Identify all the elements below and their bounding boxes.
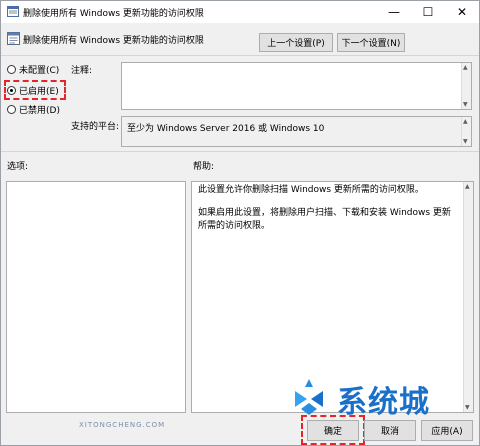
scroll-up-icon[interactable]: ▲ (463, 118, 468, 125)
comment-textarea[interactable]: ▲ ▼ (121, 62, 472, 110)
window-title: 删除使用所有 Windows 更新功能的访问权限 (23, 9, 204, 19)
separator (1, 55, 479, 56)
platform-value: 至少为 Windows Server 2016 或 Windows 10 (127, 124, 325, 134)
policy-title: 删除使用所有 Windows 更新功能的访问权限 (23, 36, 204, 46)
title-bar: 删除使用所有 Windows 更新功能的访问权限 — ☐ ✕ (1, 1, 479, 23)
apply-button[interactable]: 应用(A) (421, 420, 473, 441)
help-paragraph: 此设置允许你删除扫描 Windows 更新所需的访问权限。 (198, 185, 424, 195)
scroll-up-icon[interactable]: ▲ (463, 64, 468, 71)
scroll-down-icon[interactable]: ▼ (463, 138, 468, 145)
watermark: 系统城 (287, 377, 477, 420)
comment-label: 注释: (71, 66, 93, 76)
radio-label: 已禁用(D) (19, 105, 60, 116)
highlight-box-ok (301, 415, 365, 445)
watermark-logo-icon (295, 379, 323, 415)
watermark-subtext: XITONGCHENG.COM (79, 421, 166, 429)
help-text: 此设置允许你删除扫描 Windows 更新所需的访问权限。 如果启用此设置，将删… (198, 184, 458, 243)
platform-scrollbar[interactable]: ▲ ▼ (461, 117, 471, 146)
help-paragraph: 如果启用此设置，将删除用户扫描、下载和安装 Windows 更新所需的访问权限。 (198, 208, 451, 231)
radio-label: 未配置(C) (19, 65, 60, 76)
highlight-box-enabled (4, 80, 66, 100)
help-label: 帮助: (193, 162, 215, 172)
options-pane (6, 181, 186, 413)
policy-window-icon (7, 6, 19, 17)
radio-circle[interactable] (7, 64, 16, 74)
close-button[interactable]: ✕ (445, 1, 479, 23)
radio-not-configured[interactable]: 未配置(C) (7, 62, 59, 76)
radio-circle[interactable] (7, 104, 16, 114)
radio-disabled[interactable]: 已禁用(D) (7, 102, 60, 116)
minimize-button[interactable]: — (377, 1, 411, 23)
previous-setting-button[interactable]: 上一个设置(P) (259, 33, 333, 52)
policy-dialog: 删除使用所有 Windows 更新功能的访问权限 — ☐ ✕ 删除使用所有 Wi… (0, 0, 480, 446)
header-row: 删除使用所有 Windows 更新功能的访问权限 (1, 25, 479, 53)
cancel-button[interactable]: 取消 (364, 420, 416, 441)
separator (1, 151, 479, 152)
comment-scrollbar[interactable]: ▲ ▼ (461, 63, 471, 109)
maximize-button[interactable]: ☐ (411, 1, 445, 23)
scroll-down-icon[interactable]: ▼ (463, 101, 468, 108)
scroll-up-icon[interactable]: ▲ (465, 183, 470, 190)
policy-icon (7, 32, 20, 45)
next-setting-button[interactable]: 下一个设置(N) (337, 33, 405, 52)
platform-field: 至少为 Windows Server 2016 或 Windows 10 ▲ ▼ (121, 116, 472, 147)
options-label: 选项: (7, 162, 29, 172)
platform-label: 支持的平台: (71, 122, 120, 132)
